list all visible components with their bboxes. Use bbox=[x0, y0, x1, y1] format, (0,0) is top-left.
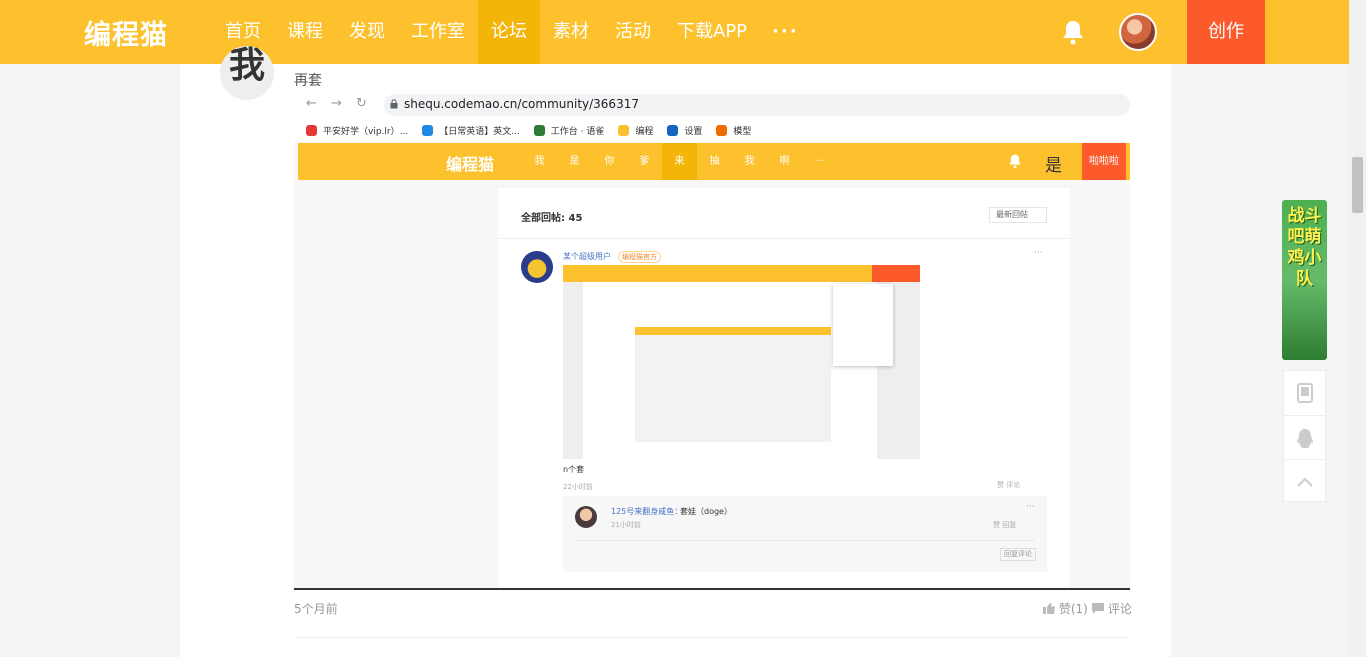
url-text: shequ.codemao.cn/community/366317 bbox=[404, 97, 639, 111]
lock-icon bbox=[390, 99, 398, 109]
bookmark: 【日常英语】英文... bbox=[422, 124, 520, 137]
qq-icon bbox=[1296, 428, 1313, 448]
nav-more-icon[interactable]: ··· bbox=[760, 0, 811, 64]
inner-nav-item-active: 来 bbox=[662, 143, 697, 180]
nav-materials[interactable]: 素材 bbox=[540, 0, 602, 64]
promo-banner[interactable]: 战斗吧萌鸡小队 bbox=[1282, 200, 1327, 360]
floating-toolbar bbox=[1283, 370, 1326, 502]
nested-dropdown bbox=[833, 284, 893, 366]
comment-actions: 赞 评论 bbox=[997, 481, 1021, 489]
like-label: 赞(1) bbox=[1058, 602, 1088, 616]
divider bbox=[294, 637, 1130, 638]
inner-user-avatar: 是 bbox=[1045, 156, 1062, 176]
inner-nav-item: 爹 bbox=[639, 156, 650, 167]
post-time: 5个月前 bbox=[294, 602, 338, 616]
back-arrow-icon: ← bbox=[306, 96, 317, 111]
nav-events[interactable]: 活动 bbox=[602, 0, 664, 64]
divider bbox=[575, 540, 1035, 541]
main-nav: 首页 课程 发现 工作室 论坛 素材 活动 下载APP ··· bbox=[212, 0, 811, 64]
page-scrollbar[interactable] bbox=[1349, 0, 1366, 657]
comment-icon bbox=[1092, 603, 1104, 614]
nav-courses[interactable]: 课程 bbox=[274, 0, 336, 64]
site-logo[interactable]: 编程猫 bbox=[84, 13, 168, 52]
nested-screenshot bbox=[563, 265, 920, 459]
mobile-app-button[interactable] bbox=[1284, 371, 1325, 415]
top-navbar: 编程猫 首页 课程 发现 工作室 论坛 素材 活动 下载APP ··· 创作 bbox=[0, 0, 1349, 64]
post-author-avatar[interactable]: 我 bbox=[220, 46, 274, 100]
scrollbar-thumb[interactable] bbox=[1352, 157, 1363, 213]
post-text: 再套 bbox=[294, 73, 322, 89]
post-image[interactable]: ← → ↻ shequ.codemao.cn/community/366317 … bbox=[294, 90, 1130, 590]
qq-button[interactable] bbox=[1284, 415, 1325, 459]
reply-box: 125号来翻身咸鱼： 套娃（doge） 21小时前 赞 回复 ··· 回复评论 bbox=[563, 496, 1047, 572]
phone-icon bbox=[1296, 383, 1313, 403]
gear-icon bbox=[667, 124, 679, 136]
inner-logo: 编程猫 bbox=[446, 155, 495, 174]
reply-avatar bbox=[575, 506, 597, 528]
comment-text: n个套 bbox=[563, 465, 585, 474]
nested-inner-screenshot bbox=[635, 327, 831, 442]
comment-username: 某个超级用户 bbox=[563, 252, 611, 261]
user-avatar[interactable] bbox=[1119, 13, 1157, 51]
nested-inner-navbar bbox=[635, 327, 831, 335]
comment-avatar bbox=[521, 251, 553, 283]
chevron-up-icon bbox=[1296, 477, 1313, 487]
promo-text: 战斗吧萌鸡小队 bbox=[1287, 206, 1322, 289]
forward-arrow-icon: → bbox=[331, 96, 342, 111]
inner-nav: 我 是 你 爹 来 抽 我 啊 ··· bbox=[522, 143, 837, 180]
inner-bell-icon bbox=[1009, 154, 1021, 169]
image-border bbox=[294, 588, 1130, 590]
bookmark: 设置 bbox=[667, 124, 702, 137]
official-badge: 编程猫官方 bbox=[618, 251, 661, 263]
divider bbox=[498, 238, 1070, 239]
bookmark: 编程 bbox=[618, 124, 653, 137]
inner-nav-item: 是 bbox=[569, 156, 580, 167]
reply-time: 21小时前 bbox=[611, 521, 641, 529]
inner-create-button: 啦啦啦 bbox=[1082, 143, 1126, 180]
bookmark-icon bbox=[422, 124, 434, 136]
bookmark: 平安好学（vip.lr）... bbox=[306, 124, 408, 137]
bookmark-icon bbox=[618, 124, 630, 136]
more-options-icon: ··· bbox=[1034, 248, 1043, 258]
browser-address-bar: ← → ↻ shequ.codemao.cn/community/366317 bbox=[294, 90, 1130, 118]
reply-more-icon: ··· bbox=[1026, 502, 1035, 512]
bell-icon[interactable] bbox=[1061, 19, 1085, 45]
thumbs-up-icon bbox=[1043, 603, 1055, 614]
reload-icon: ↻ bbox=[356, 96, 367, 111]
create-button[interactable]: 创作 bbox=[1187, 0, 1265, 64]
reply-actions: 赞 回复 bbox=[993, 521, 1017, 529]
inner-nav-item: 我 bbox=[744, 156, 755, 167]
nav-studio[interactable]: 工作室 bbox=[398, 0, 478, 64]
inner-nav-item: 我 bbox=[534, 156, 545, 167]
nav-forum[interactable]: 论坛 bbox=[478, 0, 540, 64]
nav-discover[interactable]: 发现 bbox=[336, 0, 398, 64]
inner-nav-item: 啊 bbox=[779, 156, 790, 167]
sort-select: 最新回帖 bbox=[989, 207, 1047, 223]
bookmark-icon bbox=[306, 124, 317, 136]
bookmark: 工作台 · 语雀 bbox=[533, 124, 604, 137]
reply-comment-button: 回复评论 bbox=[1000, 548, 1036, 561]
nav-download-app[interactable]: 下载APP bbox=[664, 0, 760, 64]
inner-navbar: 编程猫 我 是 你 爹 来 抽 我 啊 ··· 是 啦啦啦 bbox=[298, 143, 1130, 180]
comment-time: 22小时前 bbox=[563, 483, 593, 491]
reply-text: 套娃（doge） bbox=[680, 507, 732, 516]
bookmark-icon bbox=[716, 124, 728, 136]
bookmarks-bar: 平安好学（vip.lr）... 【日常英语】英文... 工作台 · 语雀 编程 … bbox=[294, 118, 1130, 142]
bookmark-icon bbox=[533, 124, 545, 136]
inner-nav-item: 抽 bbox=[709, 156, 720, 167]
nested-navbar bbox=[563, 265, 920, 282]
comment-label: 评论 bbox=[1107, 602, 1132, 616]
inner-more-icon: ··· bbox=[814, 156, 825, 167]
back-to-top-button[interactable] bbox=[1284, 459, 1325, 503]
inner-reply-panel: 全部回帖: 45 最新回帖 某个超级用户 编程猫官方 ··· n个套 22小时前… bbox=[498, 188, 1070, 590]
reply-username: 125号来翻身咸鱼： bbox=[611, 507, 683, 516]
nested-create-button bbox=[872, 265, 920, 282]
reply-count: 全部回帖: 45 bbox=[521, 213, 583, 224]
bookmark: 模型 bbox=[716, 124, 751, 137]
comment-button[interactable]: 评论 bbox=[1092, 600, 1132, 617]
inner-nav-item: 你 bbox=[604, 156, 615, 167]
like-button[interactable]: 赞(1) bbox=[1043, 600, 1088, 617]
